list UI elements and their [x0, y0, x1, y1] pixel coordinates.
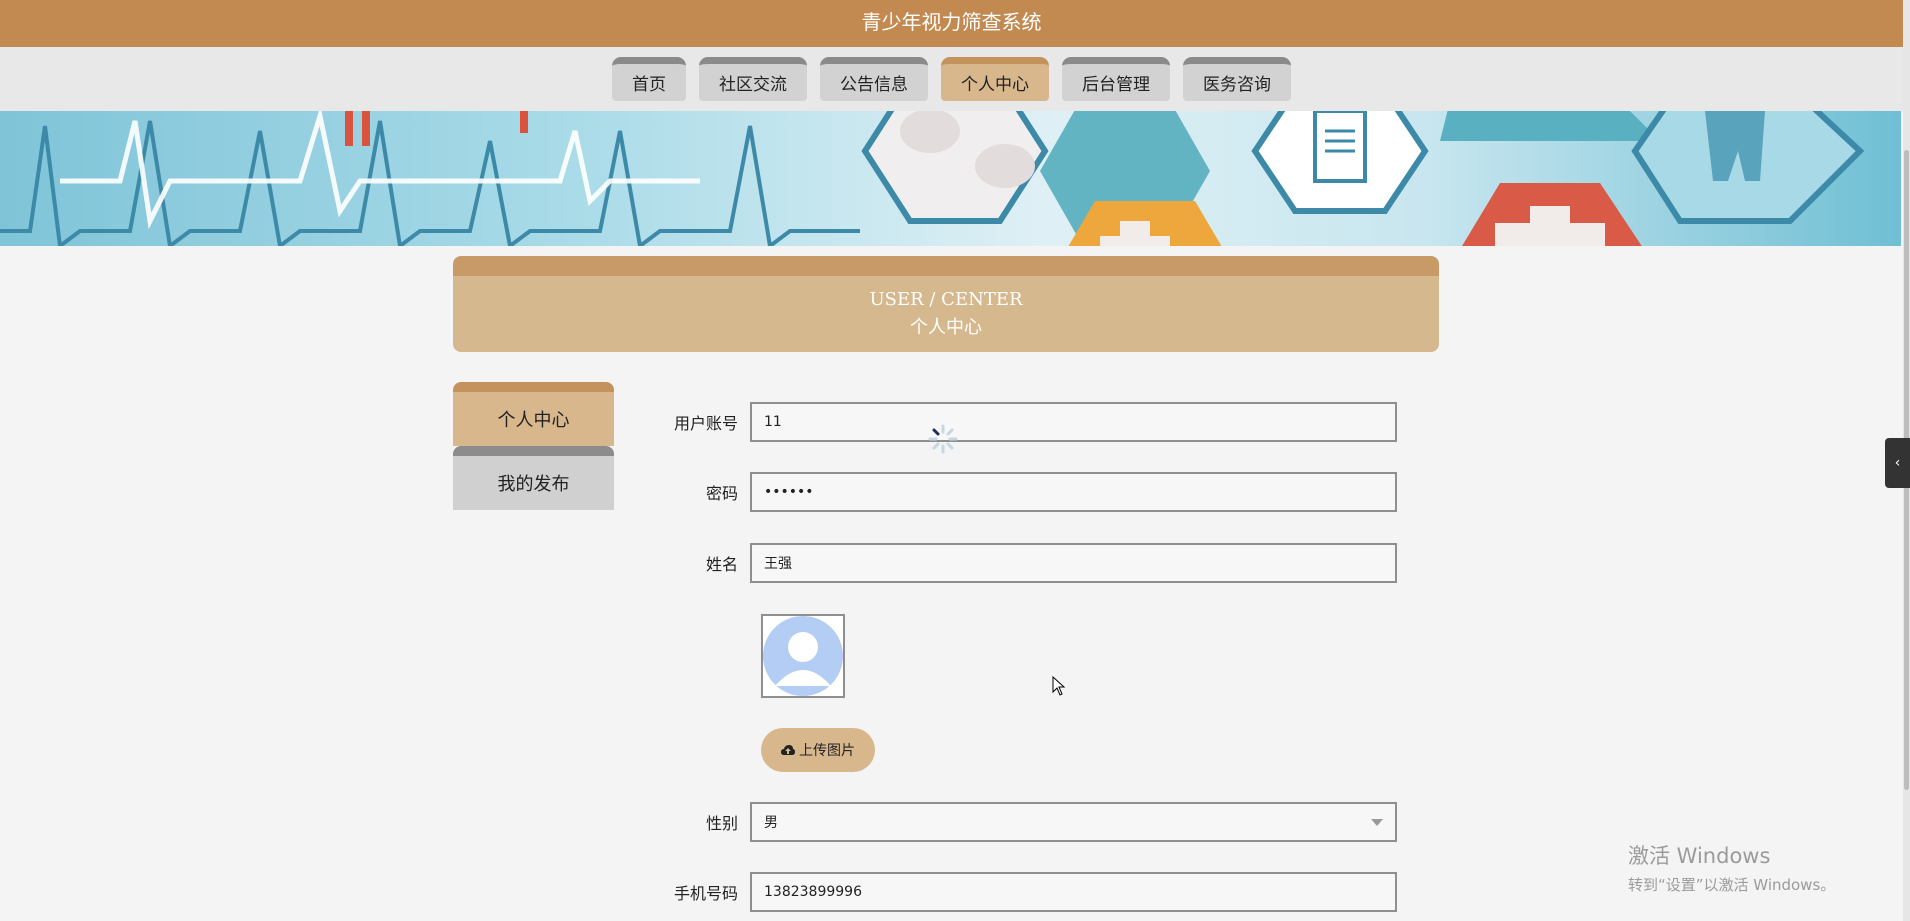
loading-spinner-icon — [928, 424, 958, 454]
watermark-line1: 激活 Windows — [1628, 844, 1771, 868]
nav-community[interactable]: 社区交流 — [699, 57, 807, 101]
banner-illustration — [0, 111, 1865, 246]
phone-label: 手机号码 — [673, 884, 738, 903]
name-label: 姓名 — [705, 555, 738, 574]
side-menu: 个人中心 我的发布 — [453, 382, 614, 510]
chevron-down-icon — [1371, 818, 1383, 826]
side-item-my-posts[interactable]: 我的发布 — [453, 446, 614, 510]
upload-image-label: 上传图片 — [799, 743, 855, 759]
username-input[interactable]: 11 — [750, 402, 1397, 442]
phone-input[interactable]: 13823899996 — [750, 872, 1397, 912]
user-center-header: USER / CENTER 个人中心 — [453, 256, 1439, 352]
upload-image-button[interactable]: 上传图片 — [761, 728, 875, 772]
gender-row: 性别 男 — [640, 802, 1397, 842]
name-input[interactable]: 王强 — [750, 543, 1397, 583]
phone-row: 手机号码 13823899996 — [640, 872, 1397, 912]
app-title: 青少年视力筛查系统 — [861, 10, 1042, 34]
nav-home[interactable]: 首页 — [612, 57, 686, 101]
side-item-personal-center[interactable]: 个人中心 — [453, 382, 614, 446]
avatar-placeholder-icon — [763, 616, 843, 696]
mouse-cursor-icon — [1052, 676, 1066, 696]
password-row: 密码 •••••• — [640, 472, 1397, 512]
username-row: 用户账号 11 — [640, 402, 1397, 442]
header-chinese-title: 个人中心 — [910, 317, 982, 338]
app-title-bar: 青少年视力筛查系统 — [0, 0, 1903, 47]
nav-announcements[interactable]: 公告信息 — [820, 57, 928, 101]
header-english-title: USER / CENTER — [869, 289, 1023, 310]
nav-admin[interactable]: 后台管理 — [1062, 57, 1170, 101]
gender-select[interactable]: 男 — [750, 802, 1397, 842]
nav-medical-consult[interactable]: 医务咨询 — [1183, 57, 1291, 101]
gender-value: 男 — [764, 815, 778, 831]
password-input[interactable]: •••••• — [750, 472, 1397, 512]
name-row: 姓名 王强 — [640, 543, 1397, 583]
gender-label: 性别 — [705, 814, 738, 833]
avatar[interactable] — [761, 614, 845, 698]
username-label: 用户账号 — [673, 414, 738, 433]
cloud-upload-icon — [781, 745, 795, 755]
nav-personal-center[interactable]: 个人中心 — [941, 57, 1049, 101]
windows-activation-watermark: 激活 Windows 转到“设置”以激活 Windows。 — [1628, 840, 1835, 895]
watermark-line2: 转到“设置”以激活 Windows。 — [1628, 876, 1836, 894]
main-nav: 首页 社区交流 公告信息 个人中心 后台管理 医务咨询 — [0, 47, 1903, 111]
chevron-left-icon[interactable]: ‹ — [1885, 438, 1910, 488]
medical-banner — [0, 111, 1901, 246]
password-label: 密码 — [705, 484, 738, 503]
